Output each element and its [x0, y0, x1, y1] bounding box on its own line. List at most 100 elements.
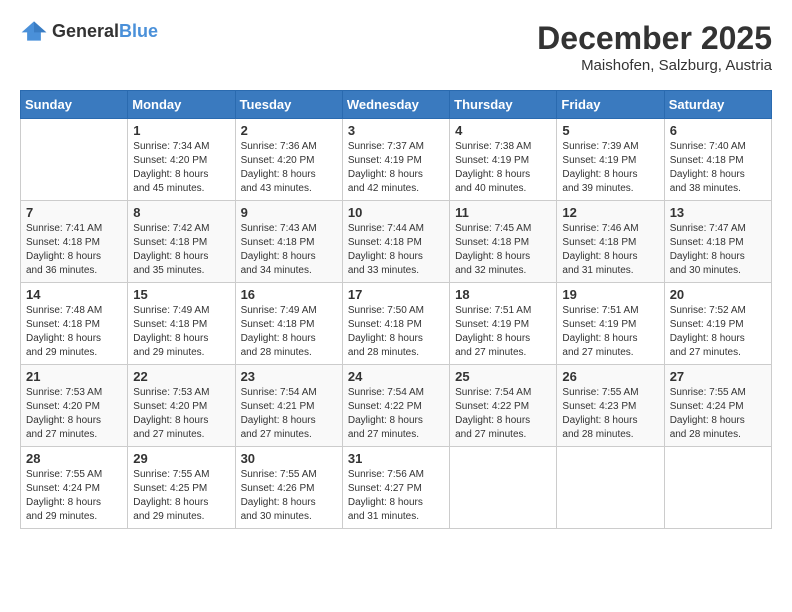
day-number: 10: [348, 205, 444, 220]
day-info: Sunrise: 7:54 AM Sunset: 4:22 PM Dayligh…: [348, 386, 444, 442]
day-header-monday: Monday: [128, 91, 235, 119]
day-number: 18: [455, 287, 551, 302]
calendar-cell: 4 Sunrise: 7:38 AM Sunset: 4:19 PM Daylig…: [450, 119, 557, 201]
day-info: Sunrise: 7:53 AM Sunset: 4:20 PM Dayligh…: [133, 386, 229, 442]
day-info: Sunrise: 7:39 AM Sunset: 4:19 PM Dayligh…: [562, 140, 658, 196]
logo-text-blue: Blue: [119, 21, 158, 42]
day-info: Sunrise: 7:49 AM Sunset: 4:18 PM Dayligh…: [133, 304, 229, 360]
day-number: 17: [348, 287, 444, 302]
day-info: Sunrise: 7:50 AM Sunset: 4:18 PM Dayligh…: [348, 304, 444, 360]
day-info: Sunrise: 7:55 AM Sunset: 4:23 PM Dayligh…: [562, 386, 658, 442]
day-number: 19: [562, 287, 658, 302]
calendar-cell: 24 Sunrise: 7:54 AM Sunset: 4:22 PM Dayli…: [342, 365, 449, 447]
day-number: 13: [670, 205, 766, 220]
day-number: 12: [562, 205, 658, 220]
day-info: Sunrise: 7:37 AM Sunset: 4:19 PM Dayligh…: [348, 140, 444, 196]
calendar-cell: 16 Sunrise: 7:49 AM Sunset: 4:18 PM Dayli…: [235, 283, 342, 365]
day-info: Sunrise: 7:54 AM Sunset: 4:22 PM Dayligh…: [455, 386, 551, 442]
calendar-cell: 5 Sunrise: 7:39 AM Sunset: 4:19 PM Daylig…: [557, 119, 664, 201]
day-number: 27: [670, 369, 766, 384]
day-info: Sunrise: 7:52 AM Sunset: 4:19 PM Dayligh…: [670, 304, 766, 360]
day-number: 20: [670, 287, 766, 302]
day-info: Sunrise: 7:55 AM Sunset: 4:26 PM Dayligh…: [241, 468, 337, 524]
day-number: 8: [133, 205, 229, 220]
day-number: 25: [455, 369, 551, 384]
day-number: 26: [562, 369, 658, 384]
calendar-cell: [557, 447, 664, 529]
logo: General Blue: [20, 20, 158, 42]
day-info: Sunrise: 7:42 AM Sunset: 4:18 PM Dayligh…: [133, 222, 229, 278]
day-header-tuesday: Tuesday: [235, 91, 342, 119]
day-header-sunday: Sunday: [21, 91, 128, 119]
day-info: Sunrise: 7:53 AM Sunset: 4:20 PM Dayligh…: [26, 386, 122, 442]
day-info: Sunrise: 7:51 AM Sunset: 4:19 PM Dayligh…: [455, 304, 551, 360]
day-info: Sunrise: 7:41 AM Sunset: 4:18 PM Dayligh…: [26, 222, 122, 278]
day-number: 24: [348, 369, 444, 384]
calendar-cell: 1 Sunrise: 7:34 AM Sunset: 4:20 PM Daylig…: [128, 119, 235, 201]
day-number: 11: [455, 205, 551, 220]
calendar-week-row: 28 Sunrise: 7:55 AM Sunset: 4:24 PM Dayli…: [21, 447, 772, 529]
calendar-cell: 7Sunrise: 7:41 AM Sunset: 4:18 PM Daylig…: [21, 201, 128, 283]
day-number: 30: [241, 451, 337, 466]
day-info: Sunrise: 7:49 AM Sunset: 4:18 PM Dayligh…: [241, 304, 337, 360]
day-info: Sunrise: 7:43 AM Sunset: 4:18 PM Dayligh…: [241, 222, 337, 278]
day-header-wednesday: Wednesday: [342, 91, 449, 119]
day-number: 14: [26, 287, 122, 302]
calendar-cell: 15 Sunrise: 7:49 AM Sunset: 4:18 PM Dayli…: [128, 283, 235, 365]
day-number: 21: [26, 369, 122, 384]
day-info: Sunrise: 7:44 AM Sunset: 4:18 PM Dayligh…: [348, 222, 444, 278]
calendar-cell: 23Sunrise: 7:54 AM Sunset: 4:21 PM Dayli…: [235, 365, 342, 447]
calendar-cell: 21 Sunrise: 7:53 AM Sunset: 4:20 PM Dayli…: [21, 365, 128, 447]
calendar-cell: 9 Sunrise: 7:43 AM Sunset: 4:18 PM Daylig…: [235, 201, 342, 283]
day-header-saturday: Saturday: [664, 91, 771, 119]
calendar-cell: 29Sunrise: 7:55 AM Sunset: 4:25 PM Dayli…: [128, 447, 235, 529]
day-header-friday: Friday: [557, 91, 664, 119]
calendar-cell: 31 Sunrise: 7:56 AM Sunset: 4:27 PM Dayli…: [342, 447, 449, 529]
calendar-cell: 22Sunrise: 7:53 AM Sunset: 4:20 PM Dayli…: [128, 365, 235, 447]
day-number: 28: [26, 451, 122, 466]
calendar-table: SundayMondayTuesdayWednesdayThursdayFrid…: [20, 90, 772, 529]
calendar-cell: 30 Sunrise: 7:55 AM Sunset: 4:26 PM Dayli…: [235, 447, 342, 529]
day-info: Sunrise: 7:55 AM Sunset: 4:25 PM Dayligh…: [133, 468, 229, 524]
month-title: December 2025: [537, 20, 772, 57]
calendar-week-row: 21 Sunrise: 7:53 AM Sunset: 4:20 PM Dayli…: [21, 365, 772, 447]
calendar-week-row: 14 Sunrise: 7:48 AM Sunset: 4:18 PM Dayli…: [21, 283, 772, 365]
day-number: 16: [241, 287, 337, 302]
logo-text-general: General: [52, 21, 119, 42]
calendar-week-row: 1 Sunrise: 7:34 AM Sunset: 4:20 PM Daylig…: [21, 119, 772, 201]
day-number: 31: [348, 451, 444, 466]
title-block: December 2025 Maishofen, Salzburg, Austr…: [537, 20, 772, 74]
calendar-header-row: SundayMondayTuesdayWednesdayThursdayFrid…: [21, 91, 772, 119]
day-number: 3: [348, 123, 444, 138]
day-number: 15: [133, 287, 229, 302]
calendar-cell: [450, 447, 557, 529]
day-number: 6: [670, 123, 766, 138]
calendar-cell: 10 Sunrise: 7:44 AM Sunset: 4:18 PM Dayli…: [342, 201, 449, 283]
calendar-cell: 13 Sunrise: 7:47 AM Sunset: 4:18 PM Dayli…: [664, 201, 771, 283]
day-info: Sunrise: 7:54 AM Sunset: 4:21 PM Dayligh…: [241, 386, 337, 442]
day-info: Sunrise: 7:47 AM Sunset: 4:18 PM Dayligh…: [670, 222, 766, 278]
day-number: 4: [455, 123, 551, 138]
calendar-cell: 12Sunrise: 7:46 AM Sunset: 4:18 PM Dayli…: [557, 201, 664, 283]
calendar-cell: 25 Sunrise: 7:54 AM Sunset: 4:22 PM Dayli…: [450, 365, 557, 447]
calendar-cell: 11 Sunrise: 7:45 AM Sunset: 4:18 PM Dayli…: [450, 201, 557, 283]
calendar-cell: 26 Sunrise: 7:55 AM Sunset: 4:23 PM Dayli…: [557, 365, 664, 447]
logo-icon: [20, 20, 48, 42]
calendar-cell: 3 Sunrise: 7:37 AM Sunset: 4:19 PM Daylig…: [342, 119, 449, 201]
location-title: Maishofen, Salzburg, Austria: [537, 57, 772, 74]
day-number: 5: [562, 123, 658, 138]
day-info: Sunrise: 7:56 AM Sunset: 4:27 PM Dayligh…: [348, 468, 444, 524]
day-info: Sunrise: 7:48 AM Sunset: 4:18 PM Dayligh…: [26, 304, 122, 360]
day-number: 1: [133, 123, 229, 138]
day-info: Sunrise: 7:34 AM Sunset: 4:20 PM Dayligh…: [133, 140, 229, 196]
calendar-cell: 28 Sunrise: 7:55 AM Sunset: 4:24 PM Dayli…: [21, 447, 128, 529]
day-info: Sunrise: 7:45 AM Sunset: 4:18 PM Dayligh…: [455, 222, 551, 278]
day-info: Sunrise: 7:55 AM Sunset: 4:24 PM Dayligh…: [26, 468, 122, 524]
calendar-cell: 27Sunrise: 7:55 AM Sunset: 4:24 PM Dayli…: [664, 365, 771, 447]
day-info: Sunrise: 7:38 AM Sunset: 4:19 PM Dayligh…: [455, 140, 551, 196]
calendar-cell: 2 Sunrise: 7:36 AM Sunset: 4:20 PM Daylig…: [235, 119, 342, 201]
calendar-cell: 20 Sunrise: 7:52 AM Sunset: 4:19 PM Dayli…: [664, 283, 771, 365]
day-info: Sunrise: 7:36 AM Sunset: 4:20 PM Dayligh…: [241, 140, 337, 196]
day-number: 2: [241, 123, 337, 138]
day-number: 9: [241, 205, 337, 220]
